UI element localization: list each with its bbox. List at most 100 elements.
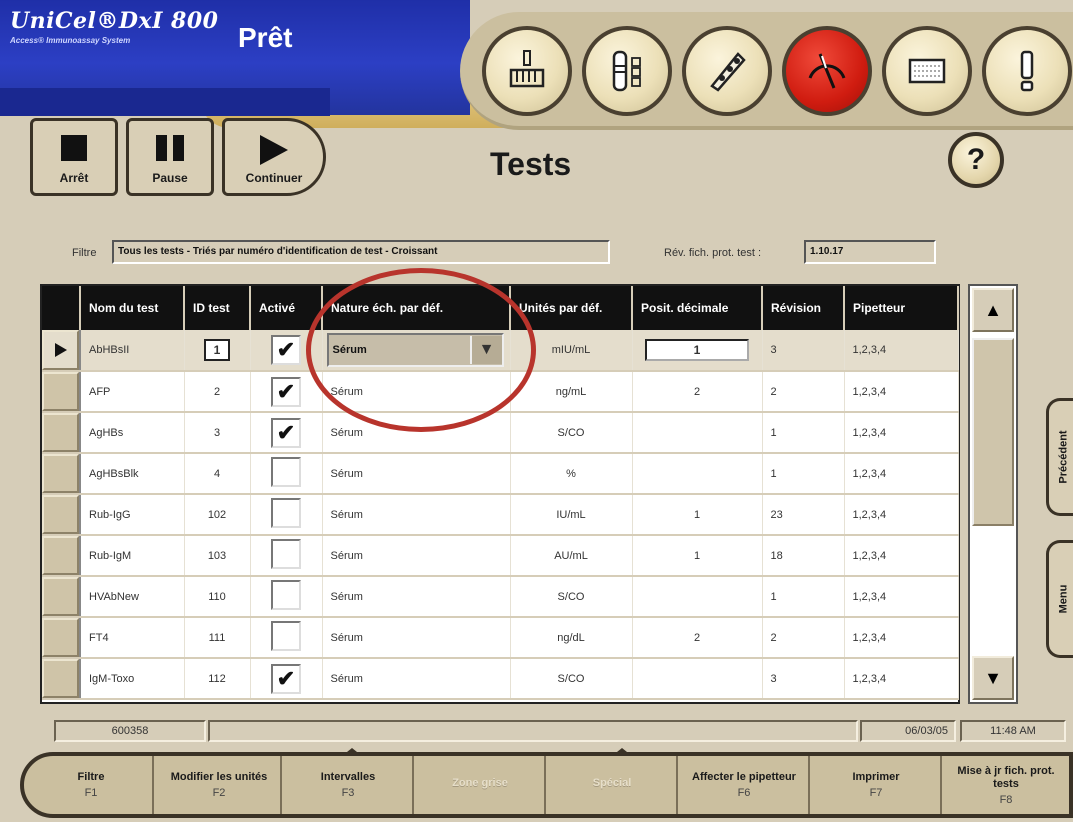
column-header[interactable]: Activé	[250, 286, 323, 330]
column-header[interactable]: Révision	[762, 286, 845, 330]
help-button[interactable]: ?	[948, 132, 1004, 188]
scroll-down-button[interactable]: ▼	[972, 656, 1014, 700]
function-key-label: Imprimer	[852, 771, 900, 783]
scroll-up-button[interactable]: ▲	[972, 288, 1014, 332]
results-icon[interactable]	[882, 26, 972, 116]
row-selector[interactable]	[42, 576, 81, 618]
row-selector-button[interactable]	[42, 618, 79, 657]
filter-value-field[interactable]: Tous les tests - Triés par numéro d'iden…	[112, 240, 610, 264]
scroll-thumb[interactable]	[972, 338, 1014, 526]
cell-revision: 3	[762, 330, 845, 372]
row-selector[interactable]	[42, 535, 81, 577]
row-selector[interactable]	[42, 658, 81, 700]
cell-revision: 1	[762, 576, 845, 618]
row-selector-button[interactable]	[42, 536, 79, 575]
row-selector-button[interactable]	[42, 454, 79, 493]
stop-label: Arrêt	[59, 171, 89, 185]
table-row[interactable]: HVAbNew 110 Sérum S/CO 1 1,2,3,4	[42, 576, 959, 618]
status-gauge-icon[interactable]	[782, 26, 872, 116]
decimal-field[interactable]: 1	[645, 339, 749, 361]
row-selector-button[interactable]	[42, 577, 79, 616]
cell-test-id[interactable]: 1	[184, 330, 251, 372]
table-row[interactable]: FT4 111 Sérum ng/dL 2 2 1,2,3,4	[42, 617, 959, 659]
cell-pipettor: 1,2,3,4	[844, 494, 959, 536]
function-key-5[interactable]: Spécial	[548, 756, 678, 814]
column-header[interactable]: Unités par déf.	[510, 286, 633, 330]
table-row[interactable]: Rub-IgG 102 Sérum IU/mL 1 23 1,2,3,4	[42, 494, 959, 536]
checkmark-icon: ✔	[276, 378, 296, 404]
cell-test-name: Rub-IgM	[80, 535, 185, 577]
row-selector-button[interactable]	[42, 413, 79, 452]
pause-icon	[156, 135, 184, 161]
dropdown-arrow-icon[interactable]: ▼	[469, 336, 502, 364]
active-checkbox[interactable]: ✔	[271, 376, 301, 407]
active-checkbox[interactable]	[271, 580, 301, 610]
column-header[interactable]: Nature éch. par déf.	[322, 286, 511, 330]
function-key-8[interactable]: Mise à jr fich. prot. tests F8	[944, 756, 1068, 814]
reagents-icon[interactable]	[582, 26, 672, 116]
cell-decimal	[632, 576, 763, 618]
row-selector-button[interactable]	[42, 330, 79, 370]
cell-sample-type: Sérum	[322, 576, 511, 618]
table-row[interactable]: AbHBsII 1 ✔ Sérum ▼ mIU/mL 1 3 1,2,3,4	[42, 330, 959, 372]
pause-button[interactable]: Pause	[126, 118, 214, 196]
column-header[interactable]: Nom du test	[80, 286, 185, 330]
active-checkbox[interactable]	[271, 498, 301, 528]
play-icon	[260, 135, 288, 165]
row-selector[interactable]	[42, 494, 81, 536]
row-selector[interactable]	[42, 617, 81, 659]
stop-button[interactable]: Arrêt	[30, 118, 118, 196]
row-selector[interactable]	[42, 453, 81, 495]
active-checkbox[interactable]	[271, 457, 301, 487]
column-header[interactable]: ID test	[184, 286, 251, 330]
row-selector-button[interactable]	[42, 495, 79, 534]
cell-sample-type: Sérum	[322, 617, 511, 659]
cell-pipettor: 1,2,3,4	[844, 535, 959, 577]
active-checkbox[interactable]	[271, 539, 301, 569]
transport-controls: Arrêt Pause Continuer	[30, 118, 340, 198]
cell-decimal	[632, 658, 763, 700]
function-key-2[interactable]: Modifier les unités F2	[158, 756, 282, 814]
cell-units: S/CO	[510, 412, 633, 454]
cell-decimal[interactable]: 1	[632, 330, 763, 372]
table-row[interactable]: Rub-IgM 103 Sérum AU/mL 1 18 1,2,3,4	[42, 535, 959, 577]
system-status: Prêt	[238, 22, 293, 53]
notch-marker	[342, 748, 362, 756]
supplies-icon[interactable]	[482, 26, 572, 116]
row-selector[interactable]	[42, 330, 81, 372]
active-checkbox[interactable]: ✔	[271, 663, 301, 694]
row-selector[interactable]	[42, 412, 81, 454]
function-key-code: F8	[999, 793, 1013, 806]
test-id-field[interactable]: 1	[204, 339, 230, 361]
cell-sample-type: Sérum	[322, 535, 511, 577]
function-key-1[interactable]: Filtre F1	[30, 756, 154, 814]
sample-rack-icon[interactable]	[682, 26, 772, 116]
active-checkbox[interactable]: ✔	[271, 335, 301, 365]
table-scrollbar[interactable]: ▲ ▼	[968, 284, 1018, 704]
filter-label: Filtre	[72, 247, 97, 259]
row-selector[interactable]	[42, 371, 81, 413]
column-header[interactable]: Pipetteur	[844, 286, 959, 330]
cell-pipettor: 1,2,3,4	[844, 453, 959, 495]
table-row[interactable]: AgHBsBlk 4 Sérum% 1 1,2,3,4	[42, 453, 959, 495]
table-header-row: Nom du test ID test Activé Nature éch. p…	[42, 286, 959, 330]
function-key-3[interactable]: Intervalles F3	[284, 756, 414, 814]
cell-test-id: 110	[184, 576, 251, 618]
column-header[interactable]: Posit. décimale	[632, 286, 763, 330]
continue-button[interactable]: Continuer	[222, 118, 326, 196]
table-row[interactable]: AgHBs 3 ✔ Sérum S/CO 1 1,2,3,4	[42, 412, 959, 454]
sample-type-dropdown[interactable]: Sérum ▼	[326, 333, 504, 367]
active-checkbox[interactable]	[271, 621, 301, 651]
row-selector-button[interactable]	[42, 659, 79, 698]
active-checkbox[interactable]: ✔	[271, 417, 301, 448]
table-row[interactable]: AFP 2 ✔ Sérum ng/mL 2 2 1,2,3,4	[42, 371, 959, 413]
menu-tab[interactable]: Menu	[1046, 540, 1073, 658]
function-key-6[interactable]: Affecter le pipetteur F6	[680, 756, 810, 814]
alert-icon[interactable]	[982, 26, 1072, 116]
previous-tab[interactable]: Précédent	[1046, 398, 1073, 516]
row-selector-button[interactable]	[42, 372, 79, 411]
selected-row-arrow-icon	[54, 343, 67, 357]
table-row[interactable]: IgM-Toxo 112 ✔ Sérum S/CO 3 1,2,3,4	[42, 658, 959, 700]
function-key-4[interactable]: Zone grise	[416, 756, 546, 814]
function-key-7[interactable]: Imprimer F7	[812, 756, 942, 814]
